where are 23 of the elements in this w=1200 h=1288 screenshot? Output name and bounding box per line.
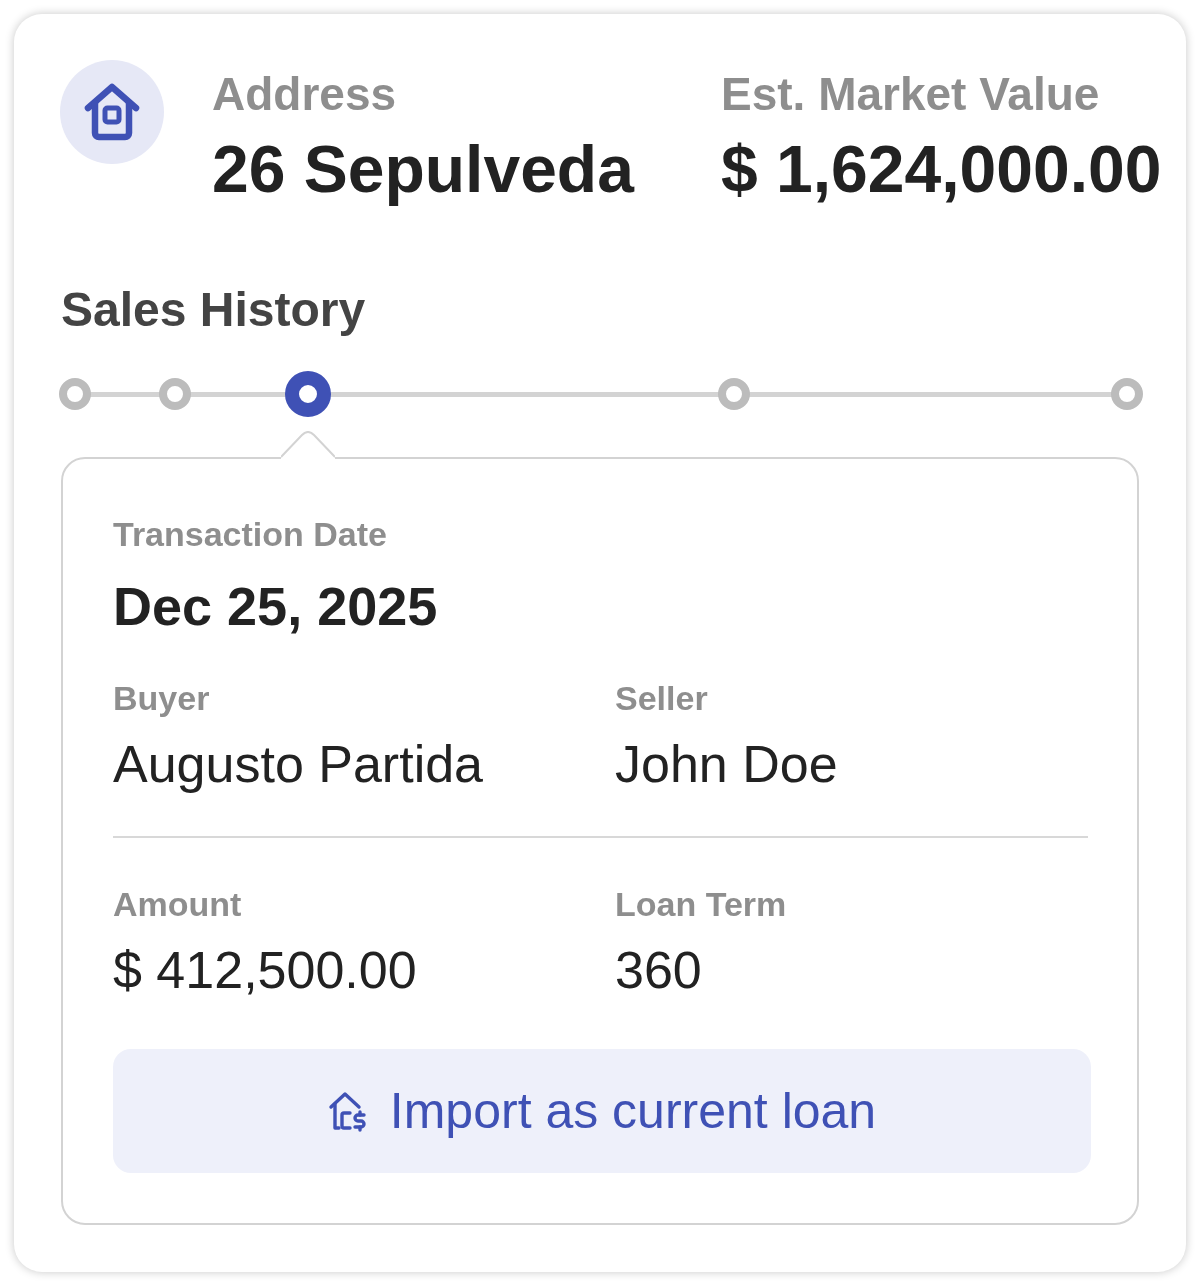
field-label: Loan Term [615,884,787,924]
address-label: Address [212,68,398,120]
house-dollar-icon [327,1090,368,1132]
transaction-date-label: Transaction Date [113,514,388,554]
field-value: 360 [615,940,702,1000]
market-value: $ 1,624,000.00 [721,132,1162,206]
field-label: Amount [113,884,242,924]
field-label: Seller [615,678,708,718]
field-value: $ 412,500.00 [113,940,417,1000]
timeline-dot[interactable] [718,378,750,410]
market-value-label: Est. Market Value [721,68,1101,120]
timeline-dot[interactable] [1111,378,1143,410]
transaction-date: Dec 25, 2025 [113,575,439,637]
timeline-dot[interactable] [59,378,91,410]
house-icon [60,60,164,164]
import-loan-button[interactable]: Import as current loan [113,1049,1091,1173]
timeline-dot[interactable] [285,371,331,417]
section-title: Sales History [61,282,366,338]
field-value: Augusto Partida [113,734,484,794]
field-value: John Doe [615,734,838,794]
field-label: Buyer [113,678,210,718]
timeline-dot[interactable] [159,378,191,410]
address-value: 26 Sepulveda [212,132,636,206]
